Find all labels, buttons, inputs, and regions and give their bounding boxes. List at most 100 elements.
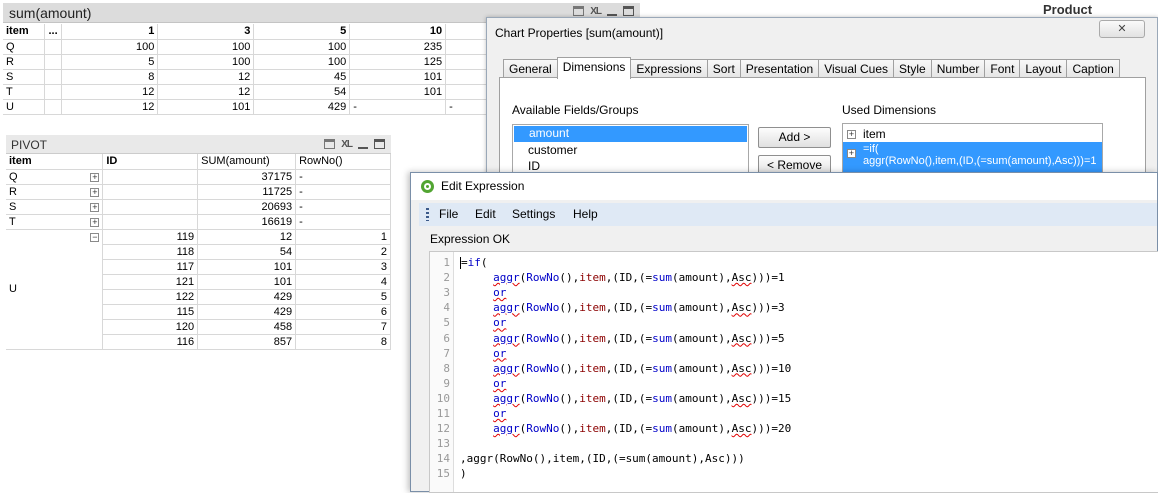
- column-header[interactable]: SUM(amount): [197, 154, 297, 170]
- list-item[interactable]: customer: [513, 143, 748, 159]
- table-cell[interactable]: 4: [295, 274, 391, 290]
- table-cell[interactable]: U: [3, 99, 46, 115]
- used-dimension-item[interactable]: + item: [847, 127, 886, 141]
- tab-sort[interactable]: Sort: [706, 59, 741, 78]
- toolbar-grip-icon[interactable]: [426, 208, 429, 221]
- pivot-table-object[interactable]: PIVOT XL item ID SUM(amount) RowNo() Q +37175…: [6, 135, 391, 350]
- expand-icon[interactable]: +: [847, 130, 856, 140]
- table-cell[interactable]: 458: [197, 319, 297, 335]
- table-cell[interactable]: 101: [197, 259, 297, 275]
- table-cell[interactable]: S +: [6, 199, 104, 215]
- menu-file[interactable]: File: [439, 207, 458, 221]
- table-cell[interactable]: 117: [102, 259, 199, 275]
- code-line[interactable]: =if(: [460, 256, 488, 269]
- table-cell[interactable]: 101: [157, 99, 255, 115]
- edit-expression-dialog[interactable]: Edit Expression File Edit Settings Help …: [410, 172, 1158, 493]
- expand-icon[interactable]: +: [90, 187, 100, 197]
- table-cell[interactable]: [44, 84, 63, 100]
- table-cell[interactable]: 12: [197, 229, 297, 245]
- print-icon[interactable]: [573, 6, 585, 16]
- tab-caption[interactable]: Caption: [1066, 59, 1120, 78]
- table-cell[interactable]: [44, 99, 63, 115]
- table-cell[interactable]: 100: [157, 54, 255, 70]
- table-cell[interactable]: 37175: [197, 169, 297, 185]
- table-cell[interactable]: 118: [102, 244, 199, 260]
- table-cell[interactable]: -: [295, 214, 391, 230]
- table-cell[interactable]: 235: [349, 39, 447, 55]
- table-cell[interactable]: R +: [6, 184, 104, 200]
- column-header[interactable]: RowNo(): [295, 154, 391, 170]
- used-dimension-selected[interactable]: + =if( aggr(RowNo(),item,(ID,(=sum(amoun…: [843, 142, 1102, 172]
- table-cell[interactable]: 116: [102, 334, 199, 350]
- table-cell[interactable]: 12: [157, 84, 255, 100]
- table-cell[interactable]: 120: [102, 319, 199, 335]
- table-cell[interactable]: 101: [349, 84, 447, 100]
- menu-settings[interactable]: Settings: [512, 207, 555, 221]
- tab-font[interactable]: Font: [984, 59, 1021, 78]
- table-cell[interactable]: 857: [197, 334, 297, 350]
- maximize-icon[interactable]: [623, 6, 634, 16]
- table-cell[interactable]: 101: [197, 274, 297, 290]
- table-cell[interactable]: S: [3, 69, 46, 85]
- code-line[interactable]: or: [460, 286, 506, 299]
- tab-visual-cues[interactable]: Visual Cues: [818, 59, 895, 78]
- code-line[interactable]: aggr(RowNo(),item,(ID,(=sum(amount),Asc)…: [460, 362, 791, 375]
- expression-editor[interactable]: 1 2 3 4 5 6 7 8 9 10 11 12 13 14 15 =if( aggr(RowNo(),…: [429, 251, 1158, 493]
- table-cell[interactable]: Q: [3, 39, 46, 55]
- table-cell[interactable]: 122: [102, 289, 199, 305]
- column-header[interactable]: 5: [253, 24, 351, 40]
- table-cell[interactable]: 7: [295, 319, 391, 335]
- column-header[interactable]: item: [3, 24, 46, 40]
- tab-style[interactable]: Style: [893, 59, 932, 78]
- table-cell[interactable]: 45: [253, 69, 351, 85]
- maximize-icon[interactable]: [374, 139, 385, 149]
- table-cell[interactable]: 429: [197, 289, 297, 305]
- code-line[interactable]: aggr(RowNo(),item,(ID,(=sum(amount),Asc)…: [460, 392, 791, 405]
- column-header[interactable]: 10: [349, 24, 447, 40]
- table-cell[interactable]: [44, 54, 63, 70]
- tab-presentation[interactable]: Presentation: [739, 59, 820, 78]
- table-cell[interactable]: 12: [61, 99, 159, 115]
- tab-dimensions[interactable]: Dimensions: [556, 57, 632, 79]
- table-cell[interactable]: 5: [61, 54, 159, 70]
- code-line[interactable]: aggr(RowNo(),item,(ID,(=sum(amount),Asc)…: [460, 301, 784, 314]
- table-cell[interactable]: [44, 39, 63, 55]
- edit-expression-titlebar[interactable]: Edit Expression: [411, 173, 1157, 200]
- table-cell[interactable]: Q +: [6, 169, 104, 185]
- code-line[interactable]: or: [460, 377, 506, 390]
- menu-edit[interactable]: Edit: [475, 207, 496, 221]
- table-cell[interactable]: -: [349, 99, 447, 115]
- table-cell[interactable]: 101: [349, 69, 447, 85]
- collapse-icon[interactable]: −: [90, 232, 100, 242]
- table-cell[interactable]: 119: [102, 229, 199, 245]
- table-cell[interactable]: T +: [6, 214, 104, 230]
- table-cell[interactable]: 429: [253, 99, 351, 115]
- table-cell[interactable]: 16619: [197, 214, 297, 230]
- table-cell[interactable]: 1: [295, 229, 391, 245]
- table-cell[interactable]: 3: [295, 259, 391, 275]
- expand-icon[interactable]: +: [90, 217, 100, 227]
- column-header[interactable]: 3: [157, 24, 255, 40]
- table-cell[interactable]: 100: [61, 39, 159, 55]
- table-cell[interactable]: 8: [295, 334, 391, 350]
- expand-icon[interactable]: +: [90, 202, 100, 212]
- chart-properties-dialog[interactable]: Chart Properties [sum(amount)] ✕ General…: [486, 17, 1158, 190]
- table-cell[interactable]: 115: [102, 304, 199, 320]
- table-cell[interactable]: 12: [157, 69, 255, 85]
- expand-icon[interactable]: +: [90, 172, 100, 182]
- table-cell[interactable]: U −: [6, 229, 104, 350]
- tab-general[interactable]: General: [503, 59, 558, 78]
- table-cell[interactable]: 429: [197, 304, 297, 320]
- add-button[interactable]: Add >: [758, 127, 831, 148]
- table-cell[interactable]: T: [3, 84, 46, 100]
- close-button[interactable]: ✕: [1099, 20, 1145, 38]
- table-cell[interactable]: 100: [253, 54, 351, 70]
- table-cell[interactable]: 20693: [197, 199, 297, 215]
- table-cell[interactable]: R: [3, 54, 46, 70]
- code-line[interactable]: or: [460, 407, 506, 420]
- table-cell[interactable]: -: [295, 169, 391, 185]
- table-cell[interactable]: 121: [102, 274, 199, 290]
- column-header[interactable]: ...: [44, 24, 63, 40]
- table-cell[interactable]: 6: [295, 304, 391, 320]
- tab-number[interactable]: Number: [930, 59, 986, 78]
